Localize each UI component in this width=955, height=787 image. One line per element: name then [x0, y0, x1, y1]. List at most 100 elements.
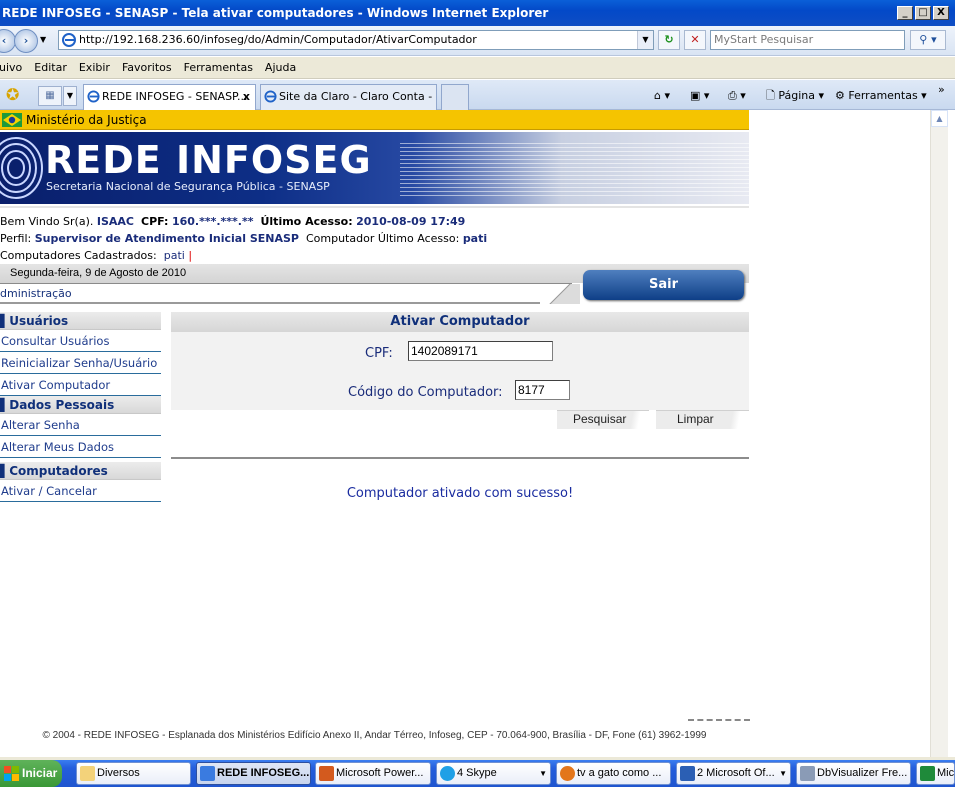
sidebar-item-consultar-usuarios[interactable]: Consultar Usuários	[0, 330, 161, 352]
address-dropdown-icon[interactable]: ▼	[637, 31, 653, 49]
taskbar-item-label: 2 Microsoft Of...	[697, 767, 775, 779]
registered-separator: |	[188, 249, 193, 262]
form-title: Ativar Computador	[171, 312, 749, 332]
brazil-flag-icon	[2, 113, 22, 127]
new-tab-button[interactable]	[441, 84, 469, 110]
tools-menu[interactable]: ⚙ Ferramentas ▾	[835, 86, 927, 106]
taskbar-item-office[interactable]: 2 Microsoft Of... ▼	[676, 762, 791, 785]
window-title: REDE INFOSEG - SENASP - Tela ativar comp…	[2, 6, 549, 20]
taskbar-item-excel[interactable]: Mic	[916, 762, 955, 785]
tab-claro[interactable]: Site da Claro - Claro Conta - ...	[260, 84, 437, 110]
menu-edit[interactable]: Editar	[34, 61, 67, 74]
sidebar-section-label: Usuários	[9, 314, 69, 328]
menu-help[interactable]: Ajuda	[265, 61, 296, 74]
computer-code-input[interactable]: 8177	[515, 380, 570, 400]
cpf-field-label: CPF:	[365, 346, 393, 361]
sidebar-menu: ▌Usuários Consultar Usuários Reinicializ…	[0, 312, 161, 502]
menu-view[interactable]: Exibir	[79, 61, 110, 74]
group-dropdown-icon: ▼	[779, 769, 787, 778]
taskbar-item-rede-infoseg[interactable]: REDE INFOSEG...	[196, 762, 311, 785]
skype-icon	[440, 766, 455, 781]
taskbar-item-label: REDE INFOSEG...	[217, 767, 310, 779]
sidebar-item-ativar-computador[interactable]: Ativar Computador	[0, 374, 161, 396]
search-input[interactable]: MyStart Pesquisar	[710, 30, 905, 50]
registered-value: pati	[163, 249, 185, 262]
sidebar-section-dados-pessoais: ▌Dados Pessoais	[0, 396, 161, 414]
powerpoint-icon	[319, 766, 334, 781]
section-title-bar: dministração	[0, 283, 572, 304]
page-right-margin	[749, 110, 930, 757]
sidebar-item-reinicializar-senha[interactable]: Reinicializar Senha/Usuário	[0, 352, 161, 374]
profile-value: Supervisor de Atendimento Inicial SENASP	[34, 232, 299, 245]
sidebar-item-alterar-dados[interactable]: Alterar Meus Dados	[0, 436, 161, 458]
feeds-icon[interactable]: ▣ ▾	[690, 86, 709, 106]
scroll-up-icon[interactable]: ▲	[931, 110, 948, 127]
close-tab-icon[interactable]: x	[243, 85, 250, 109]
refresh-icon[interactable]: ↻	[658, 30, 680, 50]
folder-icon	[80, 766, 95, 781]
taskbar-item-firefox[interactable]: tv a gato como ...	[556, 762, 671, 785]
menu-file[interactable]: uivo	[0, 61, 22, 74]
last-computer-value: pati	[462, 232, 488, 245]
site-logo-subtitle: Secretaria Nacional de Segurança Pública…	[46, 180, 330, 193]
taskbar-item-label: Diversos	[97, 767, 140, 779]
history-dropdown-icon[interactable]: ▼	[40, 35, 46, 44]
site-logo-title: REDE INFOSEG	[45, 138, 372, 182]
dbvisualizer-icon	[800, 766, 815, 781]
start-label: Iniciar	[22, 766, 58, 780]
taskbar-item-skype[interactable]: 4 Skype ▼	[436, 762, 551, 785]
ie-tab-icon	[87, 90, 100, 103]
stop-icon[interactable]: ✕	[684, 30, 706, 50]
url-text: http://192.168.236.60/infoseg/do/Admin/C…	[79, 33, 477, 46]
section-title: dministração	[0, 287, 72, 300]
sidebar-section-usuarios: ▌Usuários	[0, 312, 161, 330]
form-divider	[171, 457, 749, 459]
welcome-label: Bem Vindo Sr(a).	[0, 215, 94, 228]
taskbar-item-label: Microsoft Power...	[336, 767, 424, 779]
word-icon	[680, 766, 695, 781]
chevron-more-icon[interactable]: »	[938, 80, 945, 100]
computer-code-label: Código do Computador:	[348, 385, 503, 400]
sidebar-item-alterar-senha[interactable]: Alterar Senha	[0, 414, 161, 436]
favorites-star-icon[interactable]: ✪	[6, 85, 19, 104]
menu-tools[interactable]: Ferramentas	[184, 61, 253, 74]
ministry-bar: Ministério da Justiça	[0, 110, 749, 130]
taskbar-item-powerpoint[interactable]: Microsoft Power...	[315, 762, 431, 785]
tab-list-dropdown-icon[interactable]: ▼	[63, 86, 77, 106]
address-toolbar: ‹ › ▼ http://192.168.236.60/infoseg/do/A…	[0, 26, 955, 56]
sidebar-section-label: Dados Pessoais	[9, 398, 115, 412]
address-bar[interactable]: http://192.168.236.60/infoseg/do/Admin/C…	[58, 30, 654, 50]
sidebar-item-ativar-cancelar[interactable]: Ativar / Cancelar	[0, 480, 161, 502]
forward-arrow-icon[interactable]: ›	[14, 29, 38, 53]
last-access-label: Último Acesso:	[260, 215, 353, 228]
taskbar-item-diversos[interactable]: Diversos	[76, 762, 191, 785]
sidebar-section-computadores: ▌Computadores	[0, 462, 161, 480]
group-dropdown-icon: ▼	[539, 769, 547, 778]
maximize-button[interactable]: □	[915, 6, 931, 20]
user-name: ISAAC	[96, 215, 134, 228]
current-date: Segunda-feira, 9 de Agosto de 2010	[10, 267, 187, 279]
search-button[interactable]: ⚲ ▾	[910, 30, 946, 50]
close-window-button[interactable]: X	[933, 6, 949, 20]
tab-rede-infoseg[interactable]: REDE INFOSEG - SENASP... x	[83, 84, 256, 110]
taskbar-item-dbvisualizer[interactable]: DbVisualizer Fre...	[796, 762, 911, 785]
clear-button[interactable]: Limpar	[656, 410, 749, 429]
cpf-input[interactable]: 1402089171	[408, 341, 553, 361]
minimize-button[interactable]: _	[897, 6, 913, 20]
quick-tabs-icon[interactable]: ▦	[38, 86, 62, 106]
menu-favorites[interactable]: Favoritos	[122, 61, 172, 74]
last-access-value: 2010-08-09 17:49	[356, 215, 466, 228]
excel-icon	[920, 766, 935, 781]
window-title-bar: REDE INFOSEG - SENASP - Tela ativar comp…	[0, 0, 955, 26]
home-icon[interactable]: ⌂ ▾	[654, 86, 670, 106]
search-form-button[interactable]: Pesquisar	[557, 410, 649, 429]
logout-button[interactable]: Sair	[583, 270, 744, 300]
vertical-scrollbar[interactable]: ▲	[930, 110, 948, 757]
footer-dashes	[688, 719, 750, 721]
tools-menu-label: Ferramentas	[848, 89, 918, 102]
page-menu[interactable]: 🗋 Página ▾	[766, 86, 824, 106]
profile-label: Perfil:	[0, 232, 32, 245]
taskbar-item-label: tv a gato como ...	[577, 767, 662, 779]
print-icon[interactable]: ⎙ ▾	[728, 86, 746, 106]
start-button[interactable]: Iniciar	[0, 760, 62, 787]
